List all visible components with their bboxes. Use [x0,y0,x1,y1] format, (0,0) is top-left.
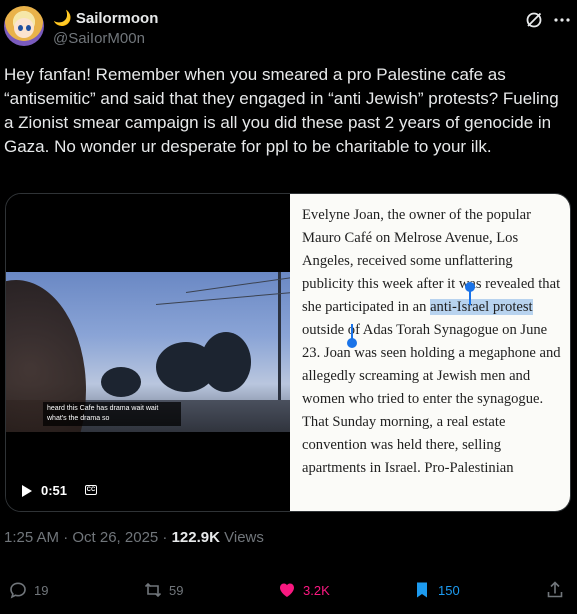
video-controls: 0:51 CC [6,477,290,507]
display-name[interactable]: 🌙 Sailormoon [53,9,158,27]
selection-handle-end[interactable] [347,338,357,348]
share-icon [547,581,563,598]
bookmark-icon [417,582,427,598]
video-wire [155,291,290,305]
bookmark-count: 150 [438,582,460,598]
avatar-face [14,18,34,38]
video-time: 0:51 [41,483,68,498]
action-bar: 19 59 3.2K 150 [0,572,577,608]
more-icon[interactable] [552,10,572,30]
selection-handle-start[interactable] [465,282,475,292]
avatar-eye-left [18,25,23,31]
avatar-eye-right [26,25,31,31]
cc-icon[interactable]: CC [85,485,97,495]
retweet-button[interactable]: 59 [143,580,183,600]
video-tree [201,332,251,392]
reply-button[interactable]: 19 [8,580,48,600]
views-count: 122.9K [171,529,220,546]
tweet-meta: 1:25 AM · Oct 26, 2025 · 122.9K Views [4,529,264,546]
avatar[interactable] [4,6,44,46]
video-player[interactable]: heard this Cafe has drama wait wait what… [6,194,290,511]
media-container: heard this Cafe has drama wait wait what… [5,193,571,512]
user-handle[interactable]: @SaiIorM00n [53,30,145,47]
retweet-icon [144,582,162,598]
video-wire [185,276,290,293]
retweet-count: 59 [169,582,184,598]
video-tree [101,367,141,397]
reply-count: 19 [34,582,49,598]
play-icon[interactable] [22,485,32,497]
like-count: 3.2K [303,582,330,598]
video-caption: heard this Cafe has drama wait wait what… [43,402,181,426]
tweet-header: 🌙 Sailormoon @SaiIorM00n [0,0,577,58]
share-button[interactable] [545,580,565,600]
article-text: Evelyne Joan, the owner of the popular M… [302,204,564,480]
article-screenshot[interactable]: Evelyne Joan, the owner of the popular M… [290,194,570,511]
article-text-after: outside of Adas Torah Synagogue on June … [302,322,561,476]
timestamp[interactable]: 1:25 AM · Oct 26, 2025 · [4,529,172,546]
like-button[interactable]: 3.2K [277,580,330,600]
bookmark-button[interactable]: 150 [412,580,460,600]
article-highlight: anti-Israel protest [430,299,533,315]
views-label: Views [219,529,264,546]
grok-icon[interactable] [524,10,544,30]
reply-icon [10,582,26,599]
heart-icon [280,583,294,597]
tweet-text: Hey fanfan! Remember when you smeared a … [4,65,559,156]
video-frame[interactable]: heard this Cafe has drama wait wait what… [6,272,290,432]
